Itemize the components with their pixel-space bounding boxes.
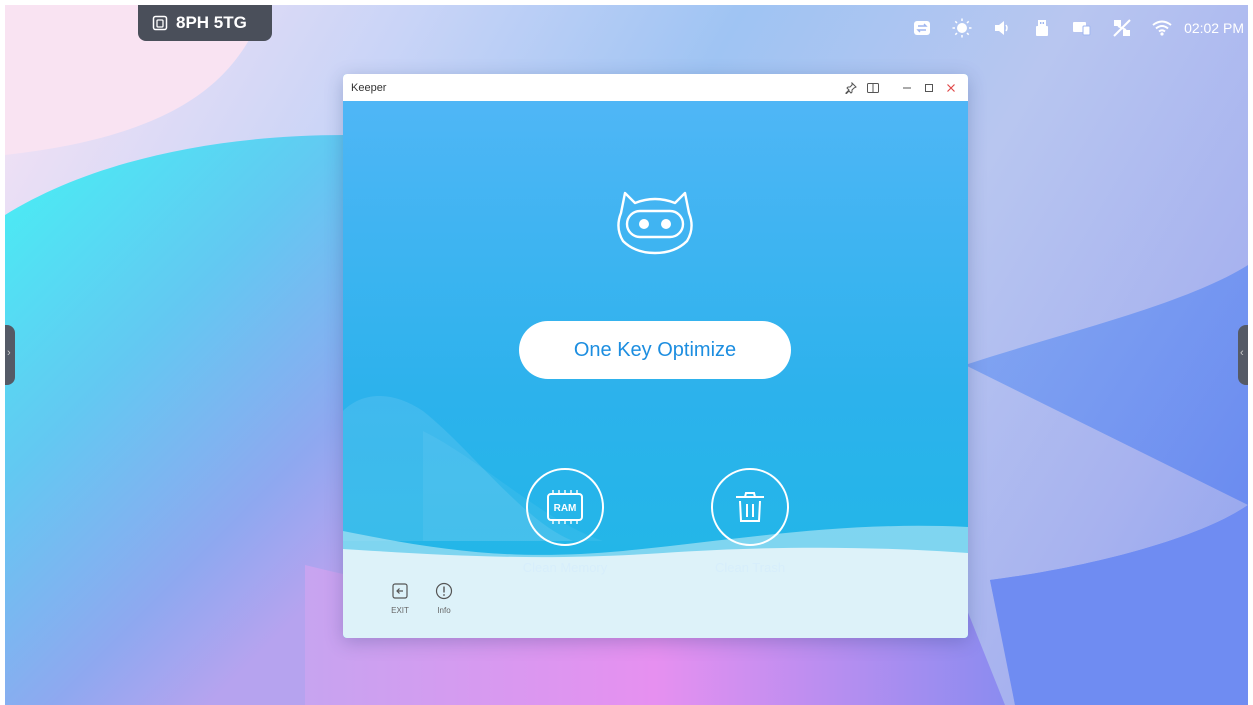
left-sidebar-handle[interactable]: › — [5, 325, 15, 385]
wired-network-disconnected-icon[interactable] — [1112, 18, 1132, 38]
exit-icon — [392, 583, 408, 599]
ram-chip-icon: RAM — [547, 490, 583, 524]
chevron-left-icon: ‹ — [1240, 347, 1244, 359]
maximize-button[interactable] — [918, 77, 940, 99]
right-sidebar-handle[interactable]: ‹ — [1238, 325, 1248, 385]
minimize-icon — [903, 87, 911, 88]
pin-icon[interactable] — [840, 77, 862, 99]
trash-icon — [736, 492, 764, 522]
one-key-optimize-button[interactable]: One Key Optimize — [519, 321, 791, 379]
title-bar[interactable]: Keeper — [343, 74, 968, 101]
window-title: Keeper — [351, 81, 387, 94]
close-button[interactable] — [940, 77, 962, 99]
wifi-icon[interactable] — [1152, 18, 1172, 38]
screen-share-code-badge[interactable]: 8PH 5TG — [138, 5, 272, 41]
info-icon — [435, 582, 453, 600]
clean-trash-label: Clean Trash — [714, 560, 786, 575]
cast-screen-icon — [152, 15, 168, 31]
clean-trash-button[interactable] — [711, 468, 789, 546]
exit-label: EXIT — [391, 606, 409, 615]
info-button[interactable]: Info — [429, 582, 459, 615]
exit-button[interactable]: EXIT — [385, 582, 415, 615]
status-bar: 02:02 PM — [912, 15, 1244, 41]
app-body: One Key Optimize RAM Clean Memory Clean … — [343, 101, 968, 638]
share-code: 8PH 5TG — [176, 13, 247, 32]
robot-mascot-icon — [617, 191, 693, 255]
volume-icon[interactable] — [992, 18, 1012, 38]
split-view-icon[interactable] — [862, 77, 884, 99]
clean-memory-label: Clean Memory — [522, 560, 608, 575]
clock: 02:02 PM — [1184, 20, 1244, 36]
screen-share-icon[interactable] — [1072, 18, 1092, 38]
keeper-window: Keeper One Key Optimize RAM Clean Memory… — [343, 74, 968, 638]
input-source-icon[interactable] — [912, 18, 932, 38]
close-icon — [947, 83, 955, 92]
ram-chip-text: RAM — [554, 503, 577, 514]
maximize-icon — [925, 83, 933, 92]
usb-icon[interactable] — [1032, 18, 1052, 38]
desktop: 8PH 5TG 02:02 PM › ‹ Keeper One Key Opti… — [5, 5, 1248, 705]
brightness-icon[interactable] — [952, 18, 972, 38]
info-label: Info — [437, 606, 451, 615]
minimize-button[interactable] — [896, 77, 918, 99]
clean-memory-button[interactable]: RAM — [526, 468, 604, 546]
chevron-right-icon: › — [7, 347, 11, 359]
